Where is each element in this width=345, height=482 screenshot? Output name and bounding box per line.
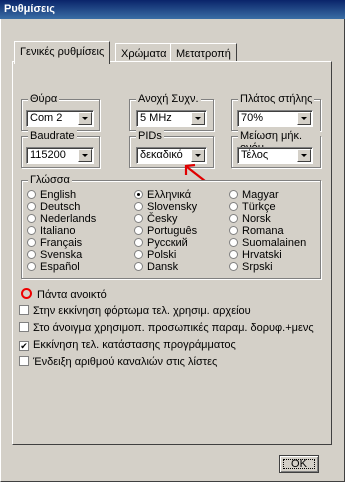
radio-icon[interactable] <box>134 214 143 223</box>
pids-label: PIDs <box>136 130 164 142</box>
language-label: Γλώσσα <box>28 174 72 186</box>
language-option-col3-5[interactable]: Hrvatski <box>229 249 282 261</box>
tab-conversion[interactable]: Μετατροπή <box>170 43 237 63</box>
always-open-option[interactable]: Πάντα ανοικτό <box>37 289 107 301</box>
language-option-col3-6[interactable]: Srpski <box>229 261 273 273</box>
checkbox[interactable] <box>19 356 29 366</box>
port-group: Θύρα Com 2 <box>21 93 100 131</box>
baudrate-select[interactable]: 115200 <box>26 147 94 164</box>
language-option-col1-0[interactable]: English <box>27 189 76 201</box>
column-width-select[interactable]: 70% <box>237 110 313 127</box>
language-option-col1-6[interactable]: Español <box>27 261 80 273</box>
personal-settings-checkbox[interactable]: Στο άνοιγμα χρησιμοπ. προσωπικές παραμ. … <box>19 322 314 334</box>
column-width-label: Πλάτος στήλης <box>238 93 315 105</box>
checkbox[interactable] <box>19 322 29 332</box>
language-option-col3-0[interactable]: Magyar <box>229 189 279 201</box>
language-option-col3-2[interactable]: Norsk <box>229 213 271 225</box>
radio-icon[interactable] <box>27 226 36 235</box>
radio-icon[interactable] <box>229 214 238 223</box>
language-option-col2-2[interactable]: Česky <box>134 213 178 225</box>
radio-icon[interactable] <box>229 202 238 211</box>
chevron-down-icon[interactable] <box>297 149 311 162</box>
radio-icon[interactable] <box>134 250 143 259</box>
radio-icon[interactable] <box>27 250 36 259</box>
language-option-col3-1[interactable]: Türkçe <box>229 201 276 213</box>
radio-icon[interactable] <box>27 262 36 271</box>
radio-icon[interactable] <box>27 214 36 223</box>
name-length-reduction-select[interactable]: Τέλος <box>237 147 313 164</box>
window-title: Ρυθμίσεις <box>4 3 55 15</box>
checkmark-icon[interactable]: ✔ <box>19 341 29 351</box>
freq-tolerance-label: Ανοχή Συχν. <box>136 93 201 105</box>
start-last-state-checkbox[interactable]: ✔ Εκκίνηση τελ. κατάστασης προγράμματος <box>19 339 236 351</box>
language-option-col3-4[interactable]: Suomalainen <box>229 237 306 249</box>
language-option-col2-1[interactable]: Slovensky <box>134 201 197 213</box>
radio-icon[interactable] <box>134 238 143 247</box>
radio-icon[interactable] <box>229 238 238 247</box>
baudrate-label: Baudrate <box>28 130 77 142</box>
baudrate-group: Baudrate 115200 <box>21 130 100 168</box>
settings-window: Γενικές ρυθμίσεις Χρώματα Μετατροπή Θύρα… <box>0 19 345 482</box>
language-option-col1-2[interactable]: Nederlands <box>27 213 96 225</box>
radio-icon[interactable] <box>27 190 36 199</box>
port-select[interactable]: Com 2 <box>26 110 94 127</box>
radio-icon[interactable] <box>229 262 238 271</box>
language-option-col2-3[interactable]: Português <box>134 225 197 237</box>
radio-icon[interactable] <box>134 202 143 211</box>
chevron-down-icon[interactable] <box>297 112 311 125</box>
language-option-col2-0[interactable]: Ελληνικά <box>134 189 191 201</box>
language-option-col1-5[interactable]: Svenska <box>27 249 82 261</box>
show-channel-numbers-checkbox[interactable]: Ένδειξη αριθμού καναλιών στις λίστες <box>19 356 217 368</box>
freq-tolerance-group: Ανοχή Συχν. 5 MHz <box>129 93 214 131</box>
chevron-down-icon[interactable] <box>191 112 205 125</box>
language-option-col1-1[interactable]: Deutsch <box>27 201 80 213</box>
language-option-col2-6[interactable]: Dansk <box>134 261 178 273</box>
freq-tolerance-select[interactable]: 5 MHz <box>136 110 207 127</box>
language-option-col1-3[interactable]: Italiano <box>27 225 75 237</box>
language-group: Γλώσσα English Deutsch Nederlands Italiano F… <box>21 174 321 279</box>
radio-icon[interactable] <box>229 226 238 235</box>
tab-general-settings[interactable]: Γενικές ρυθμίσεις <box>14 41 111 64</box>
chevron-down-icon[interactable] <box>78 112 92 125</box>
language-option-col1-4[interactable]: Français <box>27 237 82 249</box>
red-circle-annotation <box>21 288 32 299</box>
ok-button[interactable]: OK <box>279 455 319 473</box>
title-bar: Ρυθμίσεις <box>0 0 345 19</box>
language-option-col2-4[interactable]: Русский <box>134 237 188 249</box>
checkbox[interactable] <box>19 305 29 315</box>
chevron-down-icon[interactable] <box>78 149 92 162</box>
language-option-col2-5[interactable]: Polski <box>134 249 176 261</box>
tab-colors[interactable]: Χρώματα <box>115 43 173 63</box>
radio-icon[interactable] <box>229 250 238 259</box>
radio-icon[interactable] <box>134 262 143 271</box>
radio-icon[interactable] <box>229 190 238 199</box>
port-label: Θύρα <box>28 93 60 105</box>
radio-icon[interactable] <box>27 202 36 211</box>
load-last-file-checkbox[interactable]: Στην εκκίνηση φόρτωμα τελ. χρησιμ. αρχεί… <box>19 305 251 317</box>
language-option-col3-3[interactable]: Romana <box>229 225 284 237</box>
radio-icon[interactable] <box>134 190 143 199</box>
column-width-group: Πλάτος στήλης 70% <box>231 93 321 131</box>
radio-icon[interactable] <box>134 226 143 235</box>
name-length-reduction-group: Μείωση μήκ. ονόμ. Τέλος <box>231 130 321 168</box>
radio-icon[interactable] <box>27 238 36 247</box>
general-settings-panel: Θύρα Com 2 Ανοχή Συχν. 5 MHz Πλάτος στήλ… <box>12 61 332 445</box>
